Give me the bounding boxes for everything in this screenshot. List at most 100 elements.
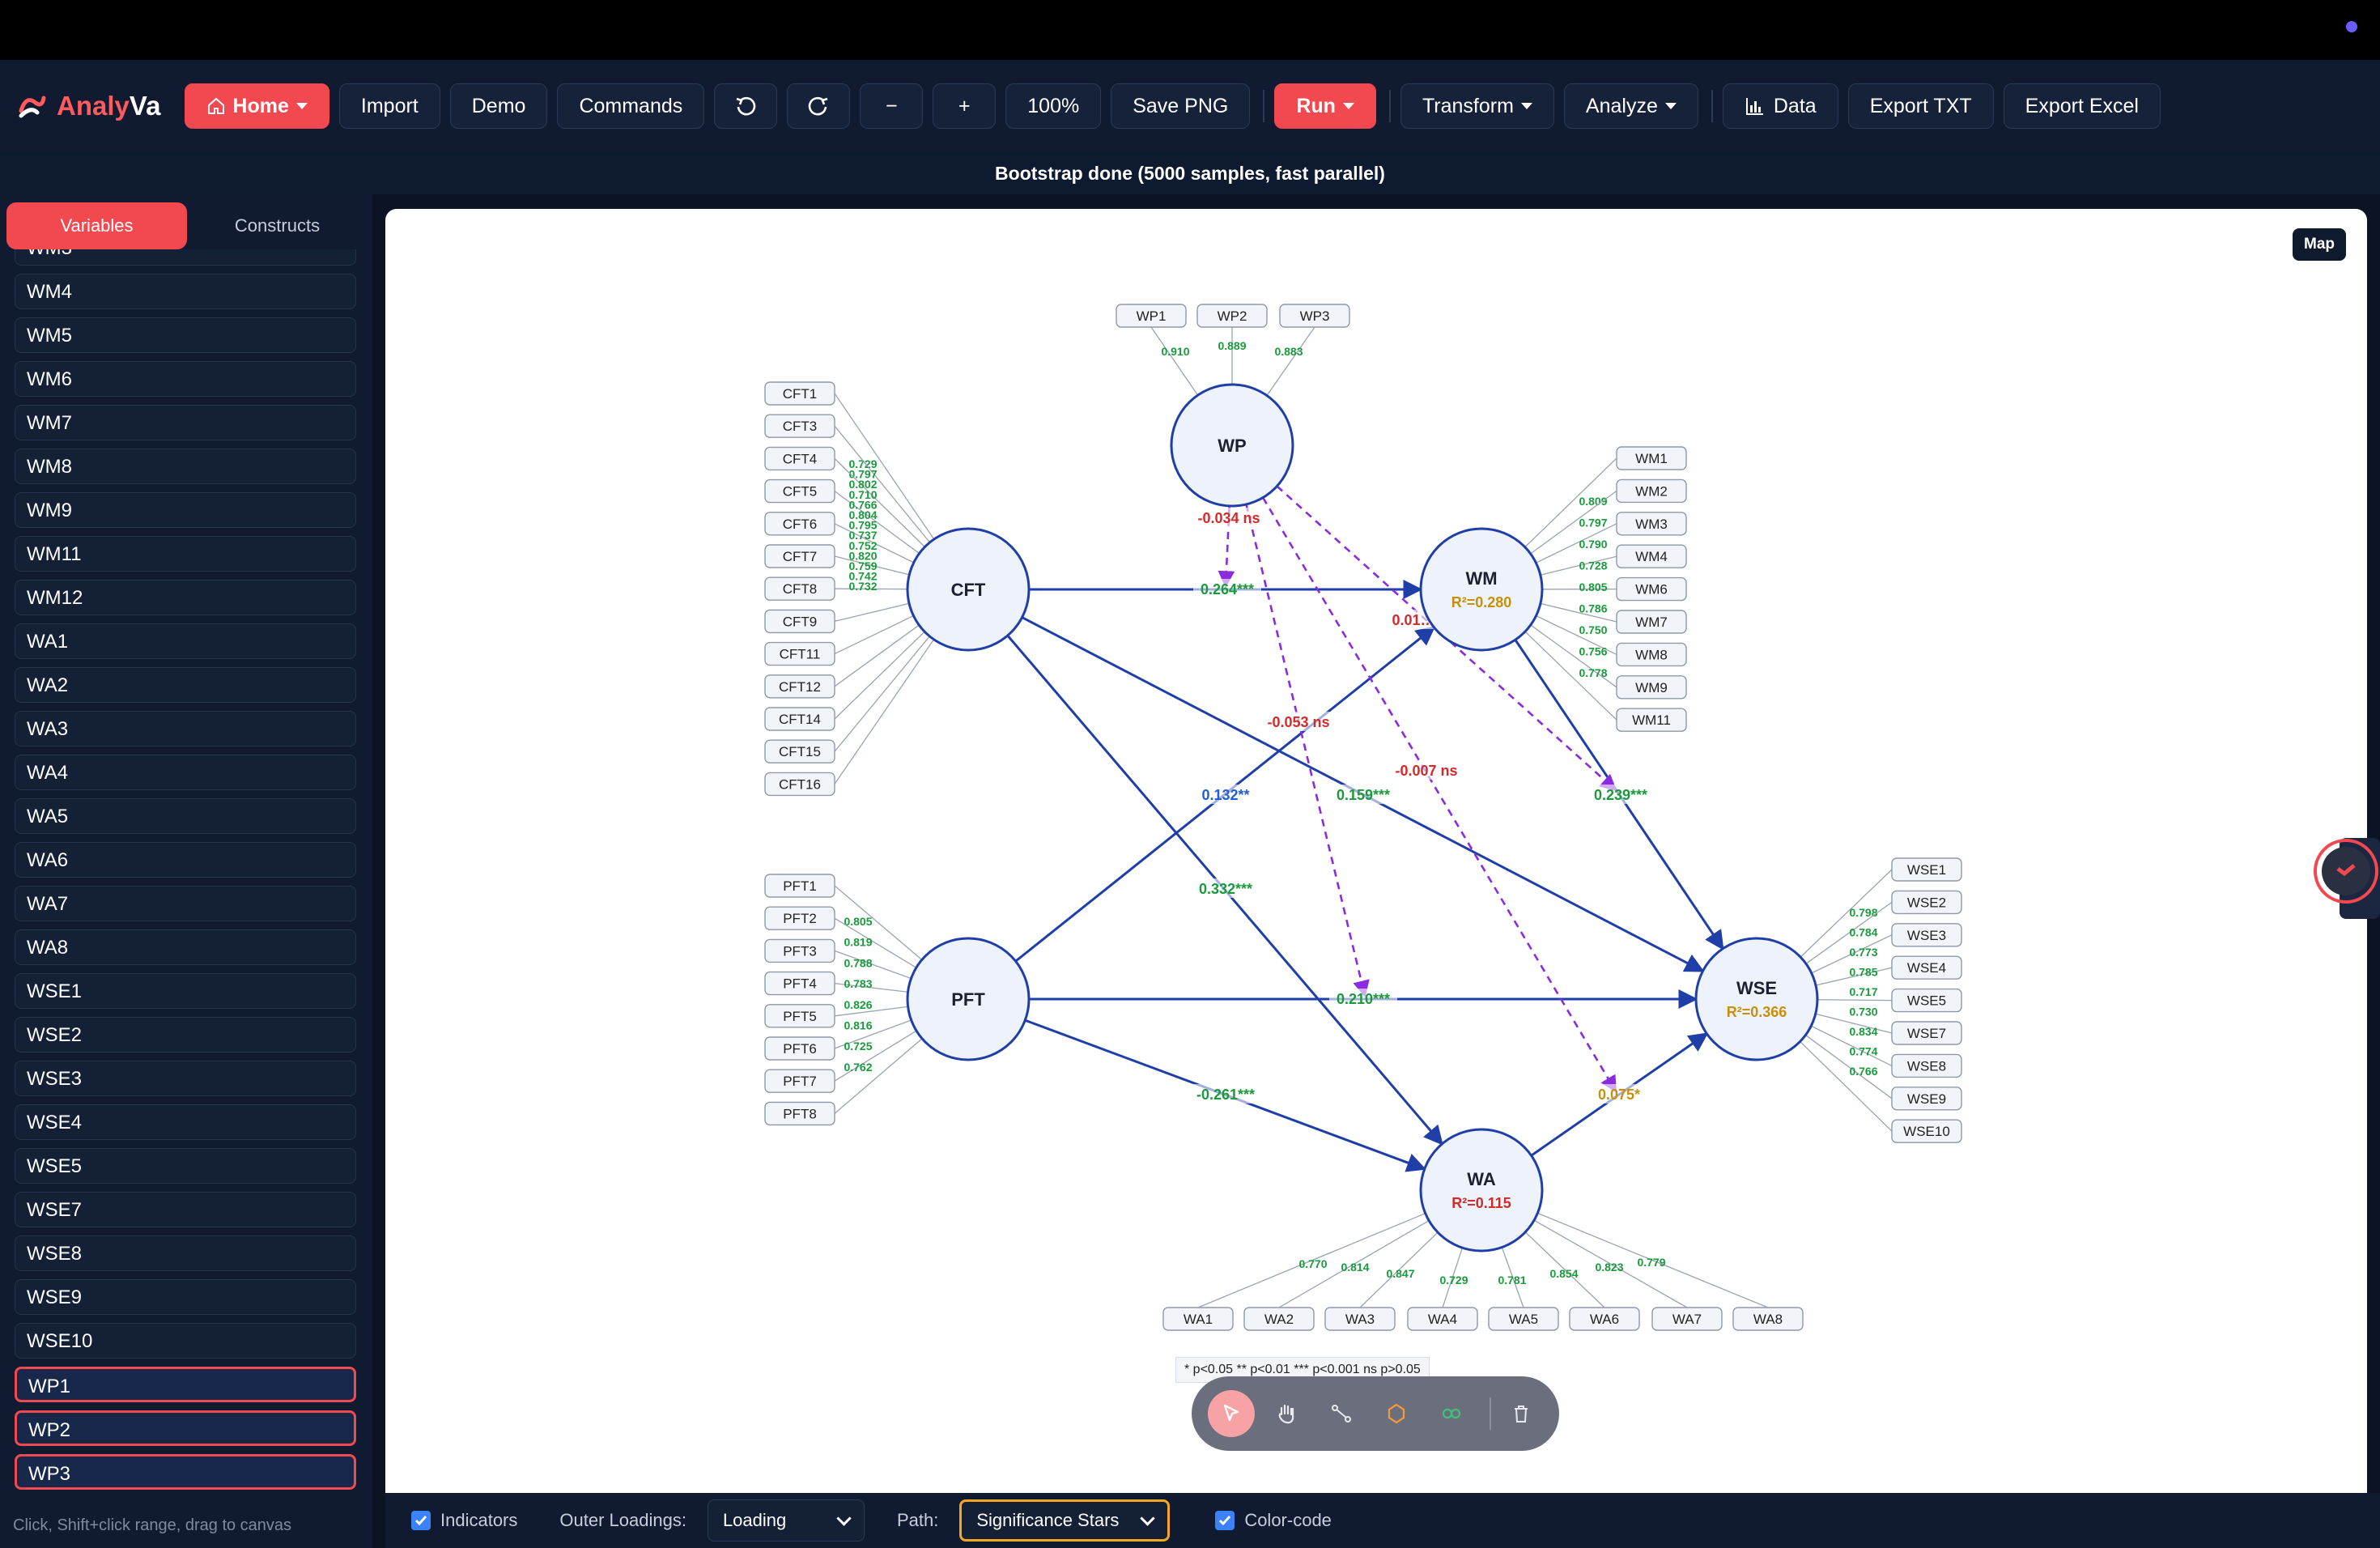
loading-value: 0.774 — [1849, 1045, 1877, 1058]
variable-item[interactable]: WSE7 — [15, 1192, 356, 1227]
variable-item[interactable]: WA5 — [15, 798, 356, 834]
demo-button[interactable]: Demo — [449, 83, 548, 129]
construct-label: WA — [1467, 1169, 1496, 1189]
variable-item[interactable]: WSE4 — [15, 1104, 356, 1140]
variable-item[interactable]: WSE9 — [15, 1279, 356, 1315]
variable-item[interactable]: WA7 — [15, 886, 356, 921]
home-label: Home — [232, 94, 289, 117]
loading-value: 0.783 — [844, 977, 872, 990]
variable-item[interactable]: WSE1 — [15, 973, 356, 1009]
loading-value: 0.729 — [1439, 1274, 1468, 1286]
pan-tool[interactable] — [1263, 1390, 1310, 1437]
zoom-out-button[interactable]: − — [860, 83, 924, 129]
connect-tool[interactable] — [1318, 1390, 1365, 1437]
indicator-label: CFT7 — [783, 549, 818, 564]
export-excel-button[interactable]: Export Excel — [2003, 83, 2161, 129]
main-toolbar: AnalyVa Home Import Demo Commands − + 10… — [0, 60, 2380, 152]
path-coefficient: -0.261*** — [1196, 1087, 1255, 1103]
redo-button[interactable] — [787, 83, 851, 129]
variable-item[interactable]: WSE8 — [15, 1235, 356, 1271]
home-button[interactable]: Home — [185, 83, 329, 129]
outer-loadings-value: Loading — [722, 1510, 787, 1530]
link-tool[interactable] — [1428, 1390, 1475, 1437]
variable-item[interactable]: WA4 — [15, 755, 356, 790]
color-code-checkbox[interactable] — [1215, 1511, 1235, 1530]
variable-item[interactable]: WM4 — [15, 274, 356, 309]
variable-item[interactable]: WP2 — [15, 1410, 356, 1446]
loading-value: 0.910 — [1161, 345, 1189, 358]
variable-item[interactable]: WM7 — [15, 405, 356, 440]
indicators-checkbox[interactable] — [411, 1511, 431, 1530]
variable-item[interactable]: WM9 — [15, 492, 356, 528]
home-icon — [208, 97, 225, 114]
zoom-in-button[interactable]: + — [933, 83, 997, 129]
app-name-prefix: Analy — [57, 91, 130, 121]
variable-item[interactable]: WM8 — [15, 449, 356, 484]
variable-list[interactable]: WM3 WM4 WM5 WM6 WM7 WM8 WM9 WM11 WM12 WA1 WA2 WA3 WA… — [15, 249, 358, 1512]
transform-button[interactable]: Transform — [1400, 83, 1554, 129]
indicator-label: CFT4 — [783, 451, 818, 466]
variable-item[interactable]: WA3 — [15, 711, 356, 746]
zoom-level-button[interactable]: 100% — [1005, 83, 1102, 129]
path-model-diagram[interactable]: CFT10.729CFT30.797CFT40.802CFT5 0.710CFT6… — [385, 209, 2367, 1493]
loading-value: 0.814 — [1341, 1261, 1369, 1274]
path-coefficient: 0.075* — [1598, 1087, 1640, 1103]
construct-wa[interactable] — [1419, 1128, 1544, 1252]
undo-button[interactable] — [714, 83, 778, 129]
variable-item[interactable]: WM11 — [15, 536, 356, 572]
tab-constructs[interactable]: Constructs — [187, 202, 368, 249]
indicator-label: WSE1 — [1907, 862, 1946, 878]
import-button[interactable]: Import — [338, 83, 440, 129]
save-png-button[interactable]: Save PNG — [1111, 83, 1251, 129]
construct-wm[interactable] — [1419, 527, 1544, 652]
variable-item[interactable]: WSE5 — [15, 1148, 356, 1184]
model-canvas[interactable]: CFT1 0.729 CFT3 0.797 CFT4 0.802 CFT5 0.710 CFT6… — [385, 209, 2367, 1493]
variable-item[interactable]: WM5 — [15, 317, 356, 353]
run-button[interactable]: Run — [1274, 83, 1376, 129]
variable-item[interactable]: WA2 — [15, 667, 356, 703]
variable-item[interactable]: WP3 — [15, 1454, 356, 1490]
variable-item[interactable]: WSE10 — [15, 1323, 356, 1359]
indicator-link — [834, 639, 935, 785]
variable-item[interactable]: WM3 — [15, 249, 356, 266]
indicator-label: PFT8 — [783, 1106, 817, 1121]
analyze-button[interactable]: Analyze — [1563, 83, 1698, 129]
path-coefficient: 0.210*** — [1337, 991, 1390, 1007]
export-txt-button[interactable]: Export TXT — [1847, 83, 1994, 129]
delete-tool[interactable] — [1498, 1390, 1545, 1437]
data-button[interactable]: Data — [1722, 83, 1838, 129]
commands-button[interactable]: Commands — [557, 83, 705, 129]
variable-item[interactable]: WM12 — [15, 580, 356, 615]
variable-item[interactable]: WA8 — [15, 929, 356, 965]
map-button[interactable]: Map — [2293, 228, 2346, 261]
indicator-label: CFT9 — [783, 614, 818, 629]
path-display-select[interactable]: Significance Stars — [959, 1499, 1171, 1542]
tab-variables[interactable]: Variables — [6, 202, 187, 249]
outer-loadings-select[interactable]: Loading — [707, 1499, 865, 1542]
loading-value: 0.883 — [1274, 345, 1303, 358]
variable-item[interactable]: WA6 — [15, 842, 356, 878]
variable-item[interactable]: WA1 — [15, 623, 356, 659]
loading-value: 0.778 — [1579, 666, 1607, 679]
construct-wse[interactable] — [1694, 937, 1819, 1061]
indicator-label: WP3 — [1300, 308, 1330, 324]
chevron-down-icon — [1140, 1510, 1156, 1526]
select-tool[interactable] — [1208, 1390, 1255, 1437]
indicator-link — [834, 624, 920, 687]
moderation-path[interactable] — [1245, 504, 1370, 998]
chevron-down-icon — [836, 1510, 852, 1526]
loading-value: 0.788 — [844, 956, 872, 969]
indicator-label: WM7 — [1635, 615, 1668, 630]
variable-item[interactable]: WSE3 — [15, 1061, 356, 1096]
path-coefficient: -0.053 ns — [1267, 714, 1329, 730]
right-panel-toggle[interactable] — [2312, 838, 2380, 919]
variable-item[interactable]: WSE2 — [15, 1017, 356, 1053]
variable-item[interactable]: WP1 — [15, 1367, 356, 1402]
variable-item[interactable]: WM6 — [15, 361, 356, 397]
loading-value: 0.798 — [1849, 906, 1877, 919]
run-label: Run — [1296, 94, 1336, 117]
toolbar-divider — [1263, 90, 1265, 122]
moderator-tool[interactable] — [1373, 1390, 1420, 1437]
indicator-label: WA5 — [1509, 1312, 1538, 1327]
path-display-value: Significance Stars — [976, 1510, 1120, 1530]
